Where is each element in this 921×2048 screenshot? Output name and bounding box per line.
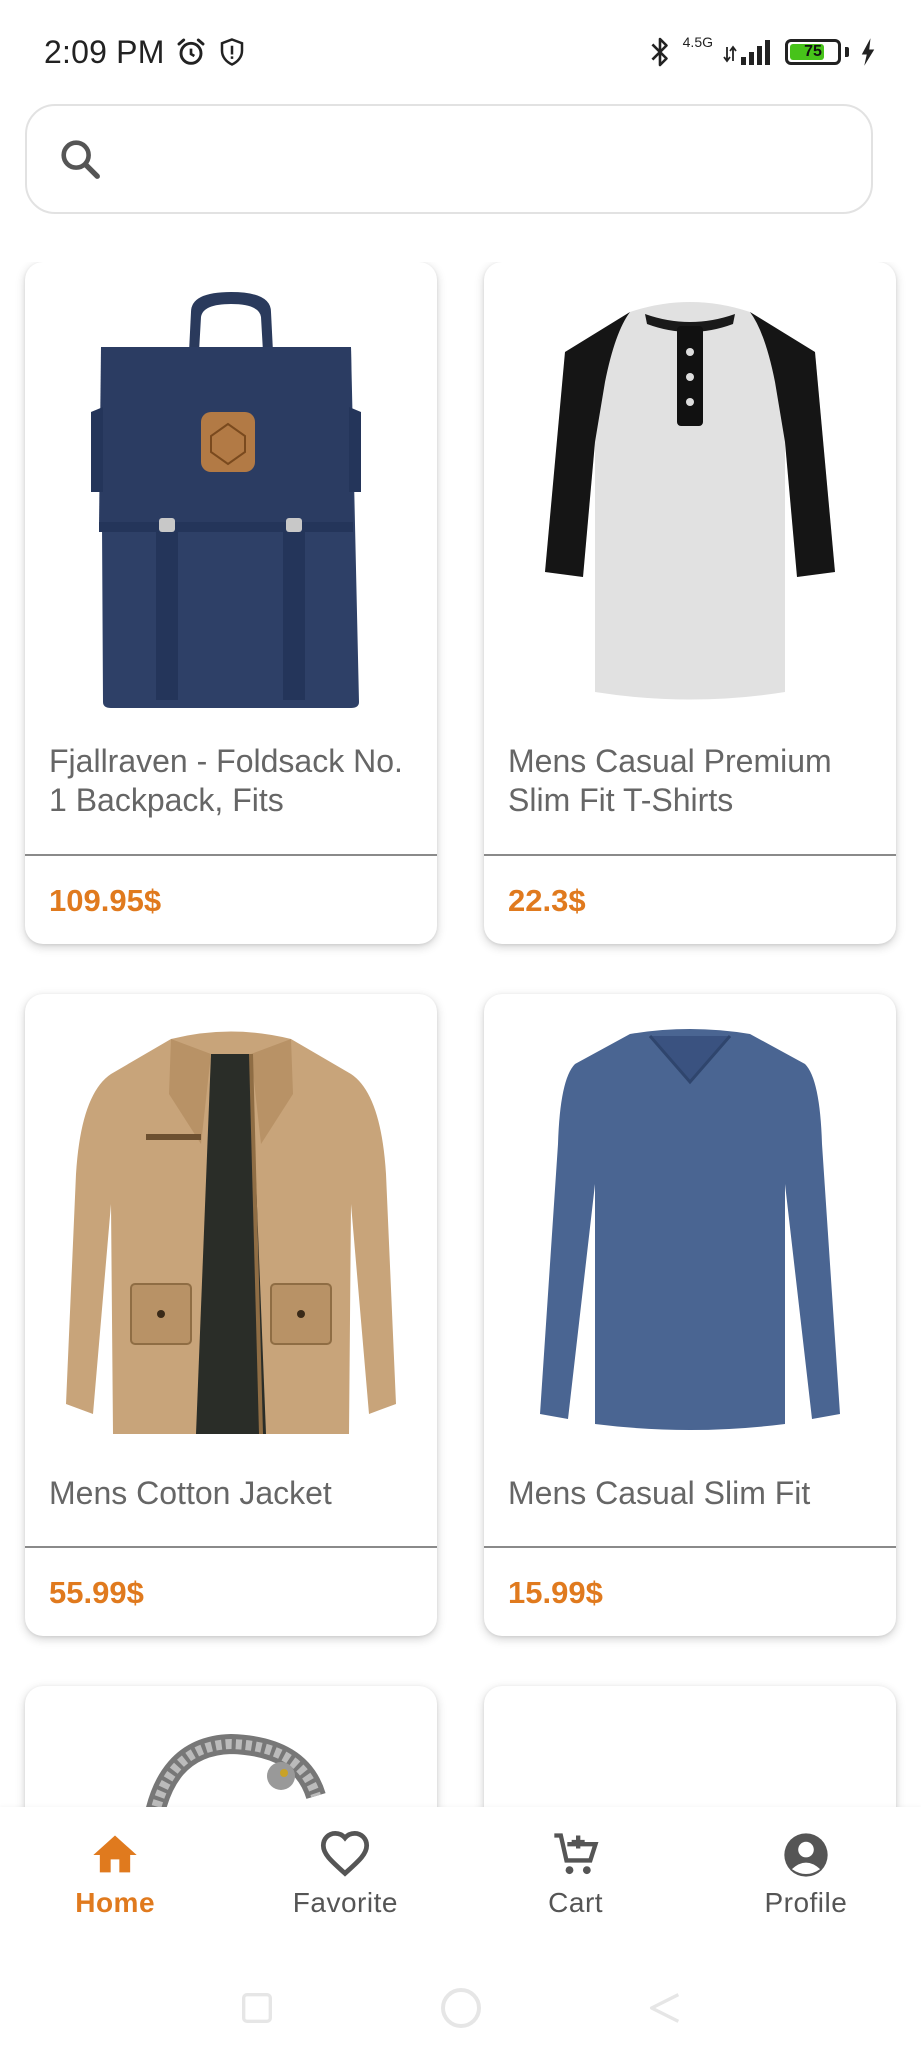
- search-bar[interactable]: [25, 104, 873, 214]
- nav-profile[interactable]: Profile: [691, 1829, 921, 1919]
- home-circle-icon[interactable]: [437, 1984, 485, 2032]
- battery-indicator: 75: [785, 39, 841, 65]
- cart-icon: [550, 1829, 602, 1881]
- product-card[interactable]: Mens Casual Slim Fit 15.99$: [484, 994, 896, 1636]
- product-card[interactable]: Mens Cotton Jacket 55.99$: [25, 994, 437, 1636]
- nav-home-label: Home: [75, 1887, 156, 1918]
- product-image-longsleeve-shirt: [484, 994, 896, 1474]
- product-price: 15.99$: [508, 1575, 603, 1610]
- status-left: 2:09 PM: [44, 34, 247, 71]
- product-price: 109.95$: [49, 883, 162, 918]
- app-screen: 2:09 PM 4.5G 75 Fjallraven - Foldsack No…: [0, 0, 921, 2048]
- product-title: Fjallraven - Foldsack No. 1 Backpack, Fi…: [49, 743, 403, 818]
- nav-cart[interactable]: Cart: [461, 1829, 691, 1919]
- bottom-navigation: Home Favorite Cart Profile: [0, 1807, 921, 1967]
- product-grid: Fjallraven - Foldsack No. 1 Backpack, Fi…: [0, 262, 921, 1807]
- product-price: 22.3$: [508, 883, 586, 918]
- search-input[interactable]: [123, 129, 871, 189]
- product-card[interactable]: [25, 1686, 437, 1807]
- network-type-label: 4.5G: [682, 34, 713, 50]
- nav-home[interactable]: Home: [0, 1829, 230, 1919]
- nav-favorite[interactable]: Favorite: [230, 1829, 460, 1919]
- home-icon: [89, 1829, 141, 1881]
- product-card[interactable]: Fjallraven - Foldsack No. 1 Backpack, Fi…: [25, 262, 437, 944]
- back-triangle-icon[interactable]: [645, 1988, 685, 2028]
- system-navigation-bar: [0, 1967, 921, 2048]
- status-bar: 2:09 PM 4.5G 75: [0, 0, 921, 104]
- profile-icon: [780, 1829, 832, 1881]
- product-image-raglan-tshirt: [484, 262, 896, 742]
- recents-square-icon[interactable]: [237, 1988, 277, 2028]
- product-price: 55.99$: [49, 1575, 144, 1610]
- nav-favorite-label: Favorite: [292, 1887, 398, 1918]
- product-card[interactable]: [484, 1686, 896, 1807]
- product-image-dragon-bracelet: [25, 1686, 437, 1807]
- shield-alert-icon: [217, 37, 247, 67]
- product-image-placeholder: [484, 1686, 896, 1807]
- heart-icon: [319, 1829, 371, 1881]
- product-title: Mens Cotton Jacket: [49, 1475, 332, 1511]
- bluetooth-icon: [647, 35, 673, 69]
- nav-profile-label: Profile: [764, 1887, 848, 1918]
- product-image-cotton-jacket: [25, 994, 437, 1474]
- search-icon: [57, 136, 103, 182]
- alarm-icon: [175, 36, 207, 68]
- product-card[interactable]: Mens Casual Premium Slim Fit T-Shirts 22…: [484, 262, 896, 944]
- nav-cart-label: Cart: [548, 1887, 604, 1918]
- product-title: Mens Casual Slim Fit: [508, 1475, 811, 1511]
- charging-bolt-icon: [859, 37, 877, 67]
- product-title: Mens Casual Premium Slim Fit T-Shirts: [508, 743, 832, 818]
- status-time: 2:09 PM: [44, 33, 165, 70]
- status-right: 4.5G 75: [647, 35, 877, 69]
- signal-icon: [723, 37, 775, 67]
- battery-level: 75: [804, 43, 822, 60]
- product-image-backpack: [25, 262, 437, 742]
- battery-tip: [845, 47, 849, 57]
